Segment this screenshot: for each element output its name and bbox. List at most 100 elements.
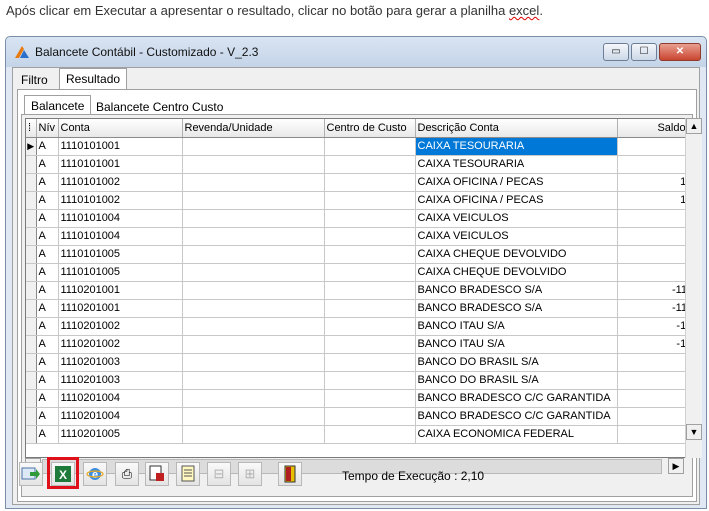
cell-revenda[interactable] — [182, 263, 325, 282]
cell-niv[interactable]: A — [36, 281, 59, 300]
cell-niv[interactable]: A — [36, 407, 59, 426]
cell-centro-custo[interactable] — [324, 281, 416, 300]
cell-conta[interactable]: 1110201002 — [58, 317, 183, 336]
cell-saldo[interactable]: -17.6 — [617, 335, 688, 354]
cell-saldo[interactable]: 10.7 — [617, 191, 688, 210]
table-row[interactable]: A 1110101001 CAIXA TESOURARIA — [26, 155, 688, 174]
table-row[interactable]: A1110201001 BANCO BRADESCO S/A-111.3 — [26, 299, 688, 318]
cell-descricao[interactable]: CAIXA TESOURARIA — [415, 137, 618, 156]
scroll-right-arrow-icon[interactable]: ▶ — [668, 458, 684, 474]
cell-niv[interactable]: A — [36, 389, 59, 408]
cell-centro-custo[interactable] — [324, 407, 416, 426]
cell-conta[interactable]: 1110201003 — [58, 371, 183, 390]
cell-conta[interactable]: 1110201002 — [58, 335, 183, 354]
cell-conta[interactable]: 1110101001 — [58, 155, 183, 174]
report-button[interactable] — [176, 462, 200, 486]
cell-niv[interactable]: A — [36, 299, 59, 318]
row-indicator[interactable] — [26, 173, 37, 192]
cell-saldo[interactable] — [617, 353, 688, 372]
table-row[interactable]: A 1110201005 CAIXA ECONOMICA FEDERAL — [26, 425, 688, 444]
export-button[interactable] — [19, 462, 43, 486]
collapse-button[interactable]: ⊟ — [207, 462, 231, 486]
table-row[interactable]: ▶ A 1110101001 CAIXA TESOURARIA — [26, 137, 688, 156]
cell-niv[interactable]: A — [36, 371, 59, 390]
tree-button[interactable]: ⊞ — [238, 462, 262, 486]
cell-centro-custo[interactable] — [324, 245, 416, 264]
cell-descricao[interactable]: CAIXA CHEQUE DEVOLVIDO — [415, 263, 618, 282]
cell-saldo[interactable] — [617, 155, 688, 174]
cell-revenda[interactable] — [182, 173, 325, 192]
table-row[interactable]: A 1110201003 BANCO DO BRASIL S/A — [26, 353, 688, 372]
cell-centro-custo[interactable] — [324, 317, 416, 336]
col-header-descricao[interactable]: Descrição Conta — [415, 119, 618, 138]
col-header-centro-custo[interactable]: Centro de Custo — [324, 119, 416, 138]
cell-centro-custo[interactable] — [324, 191, 416, 210]
cell-revenda[interactable] — [182, 281, 325, 300]
row-indicator[interactable] — [26, 191, 37, 210]
table-row[interactable]: A1110101002 CAIXA OFICINA / PECAS10.7 — [26, 173, 688, 192]
cell-niv[interactable]: A — [36, 173, 59, 192]
tab-resultado[interactable]: Resultado — [59, 68, 128, 90]
cell-conta[interactable]: 1110201003 — [58, 353, 183, 372]
col-header-saldo[interactable]: Saldo An — [617, 119, 688, 138]
minimize-button[interactable]: ▭ — [603, 43, 629, 61]
cell-conta[interactable]: 1110101001 — [58, 137, 183, 156]
cell-centro-custo[interactable] — [324, 227, 416, 246]
cell-revenda[interactable] — [182, 137, 325, 156]
row-indicator[interactable] — [26, 407, 37, 426]
exit-button[interactable] — [278, 462, 302, 486]
print-button[interactable]: ⎙ — [115, 462, 139, 486]
cell-conta[interactable]: 1110201004 — [58, 407, 183, 426]
table-row[interactable]: A 1110101005 CAIXA CHEQUE DEVOLVIDO — [26, 263, 688, 282]
cell-saldo[interactable] — [617, 209, 688, 228]
cell-revenda[interactable] — [182, 299, 325, 318]
col-header-niv[interactable]: Nív — [36, 119, 59, 138]
table-row[interactable]: A 1110101004 CAIXA VEICULOS — [26, 227, 688, 246]
cell-niv[interactable]: A — [36, 209, 59, 228]
cell-centro-custo[interactable] — [324, 389, 416, 408]
cell-descricao[interactable]: BANCO ITAU S/A — [415, 335, 618, 354]
cell-saldo[interactable]: -17.6 — [617, 317, 688, 336]
cell-centro-custo[interactable] — [324, 137, 416, 156]
cell-centro-custo[interactable] — [324, 335, 416, 354]
cell-conta[interactable]: 1110201001 — [58, 281, 183, 300]
cell-centro-custo[interactable] — [324, 353, 416, 372]
cell-descricao[interactable]: CAIXA OFICINA / PECAS — [415, 191, 618, 210]
cell-revenda[interactable] — [182, 425, 325, 444]
cell-niv[interactable]: A — [36, 245, 59, 264]
row-indicator[interactable] — [26, 317, 37, 336]
cell-descricao[interactable]: BANCO DO BRASIL S/A — [415, 371, 618, 390]
cell-descricao[interactable]: CAIXA ECONOMICA FEDERAL — [415, 425, 618, 444]
cell-revenda[interactable] — [182, 155, 325, 174]
row-indicator[interactable] — [26, 299, 37, 318]
cell-descricao[interactable]: CAIXA VEICULOS — [415, 209, 618, 228]
cell-descricao[interactable]: CAIXA VEICULOS — [415, 227, 618, 246]
cell-revenda[interactable] — [182, 227, 325, 246]
cell-conta[interactable]: 1110201005 — [58, 425, 183, 444]
cell-descricao[interactable]: BANCO BRADESCO C/C GARANTIDA — [415, 407, 618, 426]
row-indicator[interactable] — [26, 281, 37, 300]
scroll-down-arrow-icon[interactable]: ▼ — [686, 424, 702, 440]
table-row[interactable]: A1110201001 BANCO BRADESCO S/A-111.3 — [26, 281, 688, 300]
maximize-button[interactable]: ☐ — [631, 43, 657, 61]
cell-saldo[interactable] — [617, 137, 688, 156]
row-indicator[interactable] — [26, 209, 37, 228]
row-indicator[interactable] — [26, 371, 37, 390]
cell-niv[interactable]: A — [36, 155, 59, 174]
tab-balancete[interactable]: Balancete — [24, 95, 92, 115]
cell-centro-custo[interactable] — [324, 173, 416, 192]
cell-conta[interactable]: 1110101002 — [58, 191, 183, 210]
cell-descricao[interactable]: BANCO DO BRASIL S/A — [415, 353, 618, 372]
cell-saldo[interactable] — [617, 389, 688, 408]
cell-revenda[interactable] — [182, 335, 325, 354]
cell-revenda[interactable] — [182, 353, 325, 372]
results-grid[interactable]: ⁞ Nív Conta Revenda/Unidade Centro de Cu… — [25, 118, 689, 458]
cell-conta[interactable]: 1110101005 — [58, 263, 183, 282]
row-indicator[interactable] — [26, 227, 37, 246]
cell-conta[interactable]: 1110101005 — [58, 245, 183, 264]
row-indicator[interactable] — [26, 389, 37, 408]
cell-conta[interactable]: 1110201001 — [58, 299, 183, 318]
cell-descricao[interactable]: CAIXA OFICINA / PECAS — [415, 173, 618, 192]
row-indicator[interactable] — [26, 425, 37, 444]
cell-saldo[interactable]: 10.7 — [617, 173, 688, 192]
